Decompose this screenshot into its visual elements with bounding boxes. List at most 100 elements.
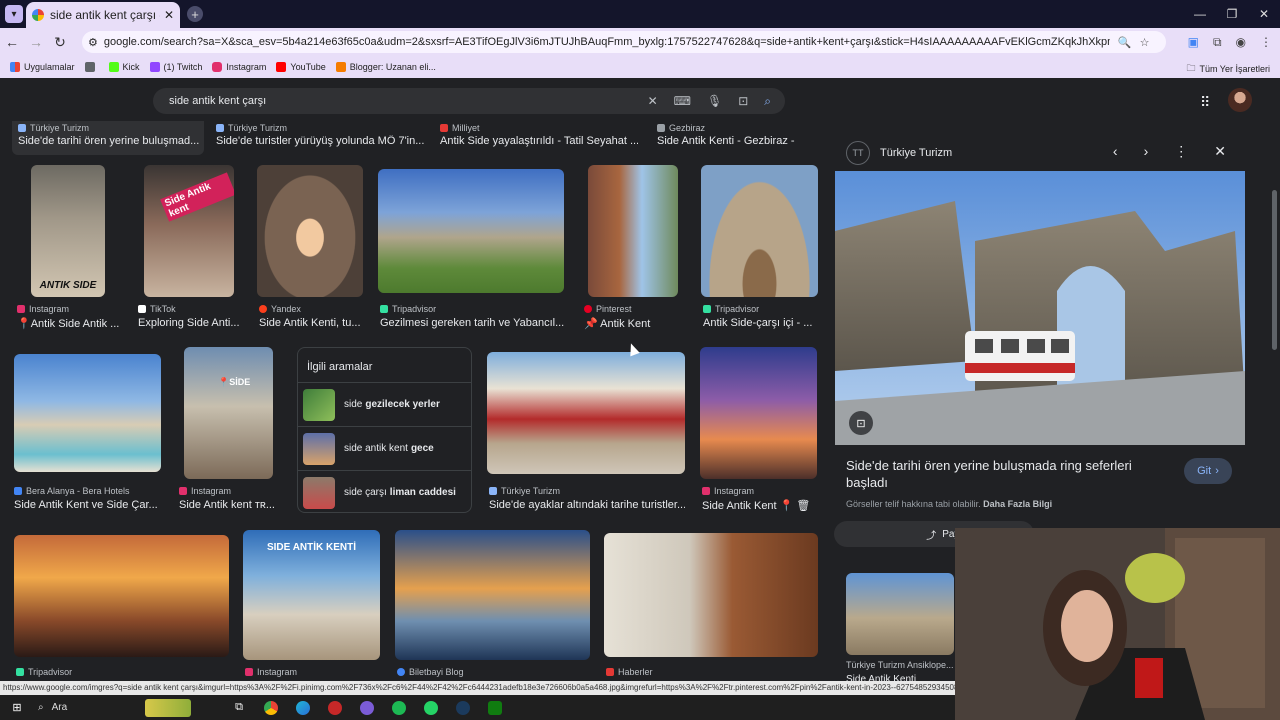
bookmark-item[interactable]: Blogger: Uzanan eli... xyxy=(335,62,436,72)
bookmark-item[interactable]: YouTube xyxy=(276,62,326,72)
tab-search-button[interactable]: ▾ xyxy=(5,5,23,23)
thumbnail: 📍SİDE xyxy=(184,347,273,479)
search-input[interactable]: side antik kent çarşı ✕ ⌨ 🎙 ⊡ ⌕ xyxy=(153,88,785,114)
search-icon[interactable]: ⌕ xyxy=(764,94,771,109)
image-result[interactable]: Instagram Side Antik Kent 📍 🗑 xyxy=(700,347,820,517)
windows-start-icon[interactable]: ⊞ xyxy=(6,697,28,719)
visit-button[interactable]: Git › xyxy=(1184,458,1232,484)
lens-icon[interactable]: ⊡ xyxy=(738,94,748,108)
steam-icon[interactable] xyxy=(452,697,474,719)
thumbnail xyxy=(14,535,229,657)
image-result[interactable]: SIDE ANTİK KENTİ Instagram xyxy=(243,530,383,682)
image-result[interactable]: Gezbiraz Side Antik Kenti - Gezbiraz - xyxy=(657,121,827,155)
back-icon[interactable]: ← xyxy=(0,34,24,50)
app-icon[interactable] xyxy=(324,697,346,719)
image-result[interactable]: Tripadvisor xyxy=(14,530,230,682)
related-heading: İlgili aramalar xyxy=(307,361,373,373)
image-result[interactable]: Türkiye Turizm Side'de turistler yürüyüş… xyxy=(216,121,426,155)
preview-illustration xyxy=(835,171,1245,445)
close-window-icon[interactable]: ✕ xyxy=(1248,0,1280,28)
whatsapp-icon[interactable] xyxy=(420,697,442,719)
thumbnail xyxy=(303,432,335,465)
related-item[interactable]: side gezilecek yerler xyxy=(298,382,471,426)
image-result[interactable]: Bera Alanya - Bera Hotels Side Antik Ken… xyxy=(14,347,164,517)
zoom-icon[interactable]: 🔍 xyxy=(1118,36,1132,49)
bookmark-item[interactable] xyxy=(84,62,99,72)
thumbnail xyxy=(14,354,161,472)
task-view-icon[interactable]: ⧉ xyxy=(228,697,250,719)
site-info-icon[interactable]: ⚙ xyxy=(88,36,98,49)
related-image[interactable] xyxy=(846,573,954,655)
panel-source[interactable]: Türkiye Turizm xyxy=(880,147,952,159)
thumbnail: SIDE ANTİK KENTİ xyxy=(243,530,380,660)
bookmark-item[interactable]: (1) Twitch xyxy=(149,62,202,72)
all-bookmarks[interactable]: 🗀 Tüm Yer İşaretleri xyxy=(1186,61,1270,77)
image-result[interactable]: Türkiye Turizm Side'de tarihi ören yerin… xyxy=(12,121,204,155)
mic-icon[interactable]: 🎙 xyxy=(707,94,722,108)
apps-grid-icon[interactable]: ⠿ xyxy=(1200,94,1210,111)
menu-icon[interactable]: ⋮ xyxy=(1260,35,1272,49)
clear-icon[interactable]: ✕ xyxy=(648,94,658,108)
preview-image[interactable]: ⊡ xyxy=(835,171,1245,445)
thumbnail xyxy=(604,533,818,657)
extensions-icon[interactable]: ⧉ xyxy=(1213,35,1222,50)
close-icon[interactable]: ✕ xyxy=(1214,143,1226,160)
more-options-icon[interactable]: ⋮ xyxy=(1174,143,1188,160)
reload-icon[interactable]: ↻ xyxy=(48,34,72,51)
preview-title[interactable]: Side'de tarihi ören yerine buluşmada rin… xyxy=(846,457,1156,491)
thumbnail xyxy=(487,352,685,474)
close-tab-icon[interactable]: ✕ xyxy=(164,8,174,22)
keyboard-icon[interactable]: ⌨ xyxy=(674,94,691,108)
next-icon[interactable]: › xyxy=(1144,143,1149,160)
chrome-icon[interactable] xyxy=(260,697,282,719)
address-bar[interactable]: ⚙ google.com/search?sa=X&sca_esv=5b4a214… xyxy=(82,31,1166,53)
bookmark-star-icon[interactable]: ☆ xyxy=(1140,36,1150,49)
copyright-notice: Görseller telif hakkına tabi olabilir. D… xyxy=(846,499,1053,509)
forward-icon[interactable]: → xyxy=(24,34,48,50)
image-result[interactable]: ANTIK SIDE Instagram 📍Antik Side Antik .… xyxy=(17,165,127,335)
image-result[interactable]: 📍SİDE Instagram Side Antik kent ᴛʀ... xyxy=(179,347,293,517)
avatar[interactable] xyxy=(1228,88,1252,112)
bookmark-item[interactable]: Kick xyxy=(108,62,140,72)
search-query: side antik kent çarşı xyxy=(169,95,267,107)
more-info-link[interactable]: Daha Fazla Bilgi xyxy=(983,499,1052,509)
image-result[interactable]: Haberler xyxy=(604,530,820,682)
google-header: side antik kent çarşı ✕ ⌨ 🎙 ⊡ ⌕ ⠿ xyxy=(0,79,1280,121)
profile-icon[interactable]: ◉ xyxy=(1236,35,1246,49)
apps-grid-icon xyxy=(84,62,95,72)
thumbnail xyxy=(303,388,335,421)
related-item[interactable]: side antik kent gece xyxy=(298,426,471,470)
image-result[interactable]: Tripadvisor Antik Side-çarşı içi - ... xyxy=(701,165,821,335)
image-result[interactable]: Tripadvisor Gezilmesi gereken tarih ve Y… xyxy=(378,165,568,335)
image-result[interactable]: Biletbayi Blog xyxy=(395,530,593,682)
image-result[interactable]: Side Antik kent TikTok Exploring Side An… xyxy=(138,165,250,335)
tab-title: side antik kent çarşı - Google'da Ara xyxy=(50,8,160,22)
translate-icon[interactable]: ▣ xyxy=(1188,35,1199,49)
url-text: google.com/search?sa=X&sca_esv=5b4a214e6… xyxy=(103,36,1110,48)
image-result[interactable]: Pinterest 📌 Antik Kent xyxy=(582,165,692,335)
app-icon[interactable] xyxy=(356,697,378,719)
lens-search-icon[interactable]: ⊡ xyxy=(849,411,873,435)
image-result[interactable]: Türkiye Turizm Side'de ayaklar altındaki… xyxy=(487,347,687,517)
edge-icon[interactable] xyxy=(292,697,314,719)
image-result[interactable]: Milliyet Antik Side yayalaştırıldı - Tat… xyxy=(440,121,640,155)
previous-icon[interactable]: ‹ xyxy=(1113,143,1118,160)
taskbar-search[interactable]: ⌕ Ara xyxy=(38,698,228,717)
thumbnail xyxy=(395,530,590,660)
webcam-overlay xyxy=(955,528,1280,720)
image-result[interactable]: Yandex Side Antik Kenti, tu... xyxy=(257,165,369,335)
minimize-icon[interactable]: — xyxy=(1184,0,1216,28)
active-tab[interactable]: side antik kent çarşı - Google'da Ara ✕ xyxy=(26,2,180,28)
xbox-icon[interactable] xyxy=(484,697,506,719)
related-item[interactable]: side çarşı liman caddesi xyxy=(298,470,471,514)
thumbnail xyxy=(303,476,335,509)
restore-icon[interactable]: ❐ xyxy=(1216,0,1248,28)
spotify-icon[interactable] xyxy=(388,697,410,719)
bookmark-item[interactable]: Instagram xyxy=(212,62,266,72)
new-tab-button[interactable]: + xyxy=(187,6,203,22)
bookmark-item[interactable]: Uygulamalar xyxy=(10,62,75,72)
streamer-video xyxy=(955,528,1280,720)
source-logo-icon: TT xyxy=(846,141,870,165)
browser-toolbar: ← → ↻ ⚙ google.com/search?sa=X&sca_esv=5… xyxy=(0,28,1280,56)
scrollbar[interactable] xyxy=(1272,190,1277,350)
